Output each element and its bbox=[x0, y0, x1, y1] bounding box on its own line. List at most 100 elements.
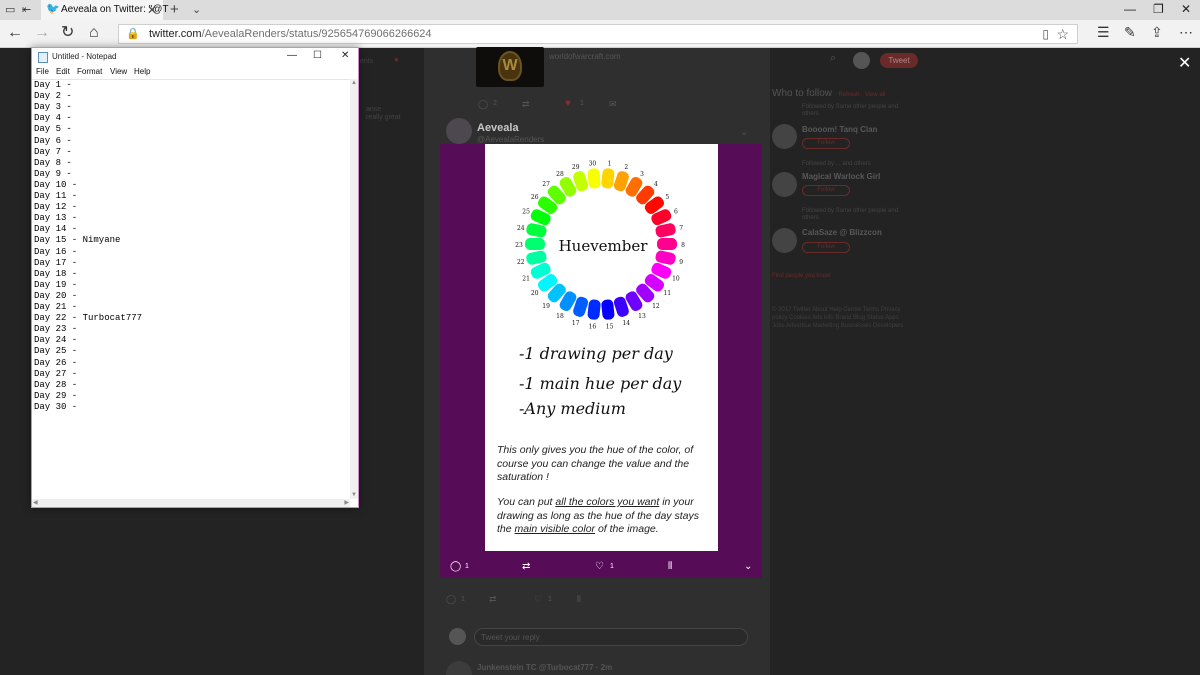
retweet-icon[interactable]: ⇄ bbox=[489, 594, 497, 605]
browser-nav-bar: ← → ↻ ⌂ 🔒 twitter.com/AevealaRenders/sta… bbox=[0, 20, 1200, 48]
search-icon[interactable]: ⌕ bbox=[830, 52, 836, 65]
reply-count: 1 bbox=[465, 563, 469, 570]
follow-suggestion: Followed by Some other people and others… bbox=[772, 208, 912, 253]
notepad-vertical-scrollbar[interactable]: ▲ ▼ bbox=[350, 79, 358, 499]
notepad-menubar: File Edit Format View Help bbox=[32, 66, 358, 78]
notepad-text-area[interactable]: Day 1 - Day 2 - Day 3 - Day 4 - Day 5 - Day 6… bbox=[32, 79, 350, 499]
notepad-line: Day 13 - bbox=[34, 213, 78, 224]
analytics-icon[interactable]: ⫴ bbox=[668, 561, 672, 572]
direct-message-icon[interactable]: ✉ bbox=[609, 99, 617, 110]
like-heart-icon[interactable]: ♡ bbox=[534, 594, 542, 605]
notepad-minimize-icon[interactable]: — bbox=[287, 50, 297, 61]
follow-button[interactable]: Follow bbox=[802, 138, 850, 149]
menu-edit[interactable]: Edit bbox=[56, 67, 70, 76]
wheel-number: 4 bbox=[654, 181, 658, 188]
wheel-number: 9 bbox=[679, 259, 683, 266]
home-icon[interactable]: ⌂ bbox=[89, 25, 99, 41]
notepad-window[interactable]: Untitled - Notepad — ☐ ✕ File Edit Forma… bbox=[31, 47, 359, 508]
suggestion-name[interactable]: Boooom! Tanq Clan bbox=[802, 125, 877, 134]
scroll-right-icon[interactable]: ▶ bbox=[344, 499, 349, 506]
tab-manager-icon[interactable]: ▭ bbox=[5, 3, 19, 16]
warcraft-logo[interactable]: W bbox=[476, 47, 544, 87]
link-preview-domain[interactable]: worldofwarcraft.com bbox=[549, 52, 621, 61]
more-options-icon[interactable]: ⋯ bbox=[1179, 24, 1193, 41]
author-name[interactable]: Aeveala bbox=[477, 122, 519, 134]
notepad-horizontal-scrollbar[interactable]: ◀ ▶ bbox=[32, 499, 350, 507]
forward-icon[interactable]: → bbox=[34, 25, 50, 41]
like-heart-icon[interactable]: ♡ bbox=[595, 561, 604, 572]
tab-preview-chevron-icon[interactable]: ⌄ bbox=[192, 3, 201, 16]
suggestion-avatar[interactable] bbox=[772, 172, 797, 197]
follow-button[interactable]: Follow bbox=[802, 185, 850, 196]
notepad-close-icon[interactable]: ✕ bbox=[341, 50, 349, 61]
reply-icon[interactable]: ◯ bbox=[450, 561, 461, 572]
more-chevron-icon[interactable]: ⌄ bbox=[744, 561, 752, 572]
notepad-line: Day 5 - bbox=[34, 124, 72, 135]
favorites-hub-icon[interactable]: ☰ bbox=[1097, 24, 1110, 41]
suggestion-name[interactable]: Magical Warlock Girl bbox=[802, 172, 880, 181]
find-people-link[interactable]: Find people you know bbox=[772, 273, 830, 279]
browser-tab-bar: ▭ ⇤ 🐦 Aeveala on Twitter: "@T ✕ + ⌄ — ❐ … bbox=[0, 0, 1200, 20]
close-window-icon[interactable]: ✕ bbox=[1181, 2, 1191, 16]
close-tab-icon[interactable]: ✕ bbox=[147, 3, 157, 17]
notepad-line: Day 9 - bbox=[34, 168, 72, 179]
back-icon[interactable]: ← bbox=[7, 25, 23, 41]
scroll-down-icon[interactable]: ▼ bbox=[351, 492, 357, 498]
notepad-maximize-icon[interactable]: ☐ bbox=[313, 50, 322, 61]
retweet-icon[interactable]: ⇄ bbox=[522, 561, 530, 572]
wheel-number: 19 bbox=[542, 303, 550, 310]
like-heart-icon[interactable]: ♥ bbox=[565, 98, 571, 109]
notepad-line: Day 11 - bbox=[34, 191, 78, 201]
hue-swatch bbox=[587, 168, 601, 189]
refresh-icon[interactable]: ↻ bbox=[61, 25, 74, 41]
suggestion-name[interactable]: CalaSaze @ Blizzcon bbox=[802, 228, 882, 237]
notifications-tab-icon[interactable]: ● bbox=[394, 55, 399, 64]
reply-author-name[interactable]: Junkenstein TC @Turbocat777 · 2m bbox=[477, 663, 612, 672]
notepad-line: Day 21 - bbox=[34, 302, 78, 312]
new-tab-icon[interactable]: + bbox=[170, 1, 179, 18]
web-note-icon[interactable]: ✎ bbox=[1124, 24, 1136, 41]
url-text[interactable]: twitter.com/AevealaRenders/status/925654… bbox=[149, 28, 432, 40]
set-aside-tabs-icon[interactable]: ⇤ bbox=[22, 3, 36, 16]
share-icon[interactable]: ⇪ bbox=[1151, 24, 1163, 41]
notepad-app-icon bbox=[38, 52, 48, 63]
menu-help[interactable]: Help bbox=[134, 67, 150, 76]
author-handle[interactable]: @AevealaRenders bbox=[477, 135, 544, 144]
notepad-line: Day 28 - bbox=[34, 379, 78, 390]
scroll-left-icon[interactable]: ◀ bbox=[33, 499, 38, 506]
address-bar[interactable]: 🔒 twitter.com/AevealaRenders/status/9256… bbox=[118, 24, 1078, 44]
suggestion-avatar[interactable] bbox=[772, 124, 797, 149]
menu-format[interactable]: Format bbox=[77, 67, 102, 76]
notepad-line: Day 18 - bbox=[34, 268, 78, 279]
menu-view[interactable]: View bbox=[110, 67, 127, 76]
scroll-up-icon[interactable]: ▲ bbox=[351, 80, 357, 86]
hue-swatch bbox=[657, 238, 677, 250]
suggestion-avatar[interactable] bbox=[772, 228, 797, 253]
wheel-number: 13 bbox=[638, 313, 646, 320]
minimize-window-icon[interactable]: — bbox=[1124, 2, 1136, 16]
retweet-icon[interactable]: ⇄ bbox=[522, 99, 530, 110]
notepad-line: Day 7 - bbox=[34, 146, 72, 157]
close-media-icon[interactable]: ✕ bbox=[1178, 53, 1191, 73]
reply-icon[interactable]: ◯ bbox=[478, 99, 488, 110]
reply-input[interactable]: Tweet your reply bbox=[474, 628, 748, 646]
tweet-button[interactable]: Tweet bbox=[880, 53, 918, 68]
restore-window-icon[interactable]: ❐ bbox=[1153, 2, 1164, 16]
tweet-menu-chevron-icon[interactable]: ⌄ bbox=[740, 127, 748, 138]
notepad-titlebar[interactable]: Untitled - Notepad — ☐ ✕ bbox=[32, 48, 358, 66]
wheel-number: 15 bbox=[606, 324, 614, 331]
user-avatar[interactable] bbox=[853, 52, 870, 69]
favorite-star-icon[interactable]: ☆ bbox=[1056, 26, 1069, 43]
reply-icon[interactable]: ◯ bbox=[446, 594, 456, 605]
follow-button[interactable]: Follow bbox=[802, 242, 850, 253]
faint-text: really great bbox=[366, 114, 401, 121]
hue-swatch bbox=[601, 168, 615, 189]
menu-file[interactable]: File bbox=[36, 67, 49, 76]
who-to-follow-heading: Who to follow · Refresh · View all bbox=[772, 88, 886, 99]
info-paragraph: You can put all the colors you want in y… bbox=[497, 496, 699, 535]
browser-tab-active[interactable]: 🐦 Aeveala on Twitter: "@T ✕ bbox=[41, 0, 168, 20]
author-avatar[interactable] bbox=[446, 118, 472, 144]
reading-view-icon[interactable]: ▯ bbox=[1042, 27, 1049, 41]
analytics-icon[interactable]: ⫴ bbox=[577, 594, 581, 605]
notepad-line: Day 15 - Nimyane bbox=[34, 235, 121, 246]
